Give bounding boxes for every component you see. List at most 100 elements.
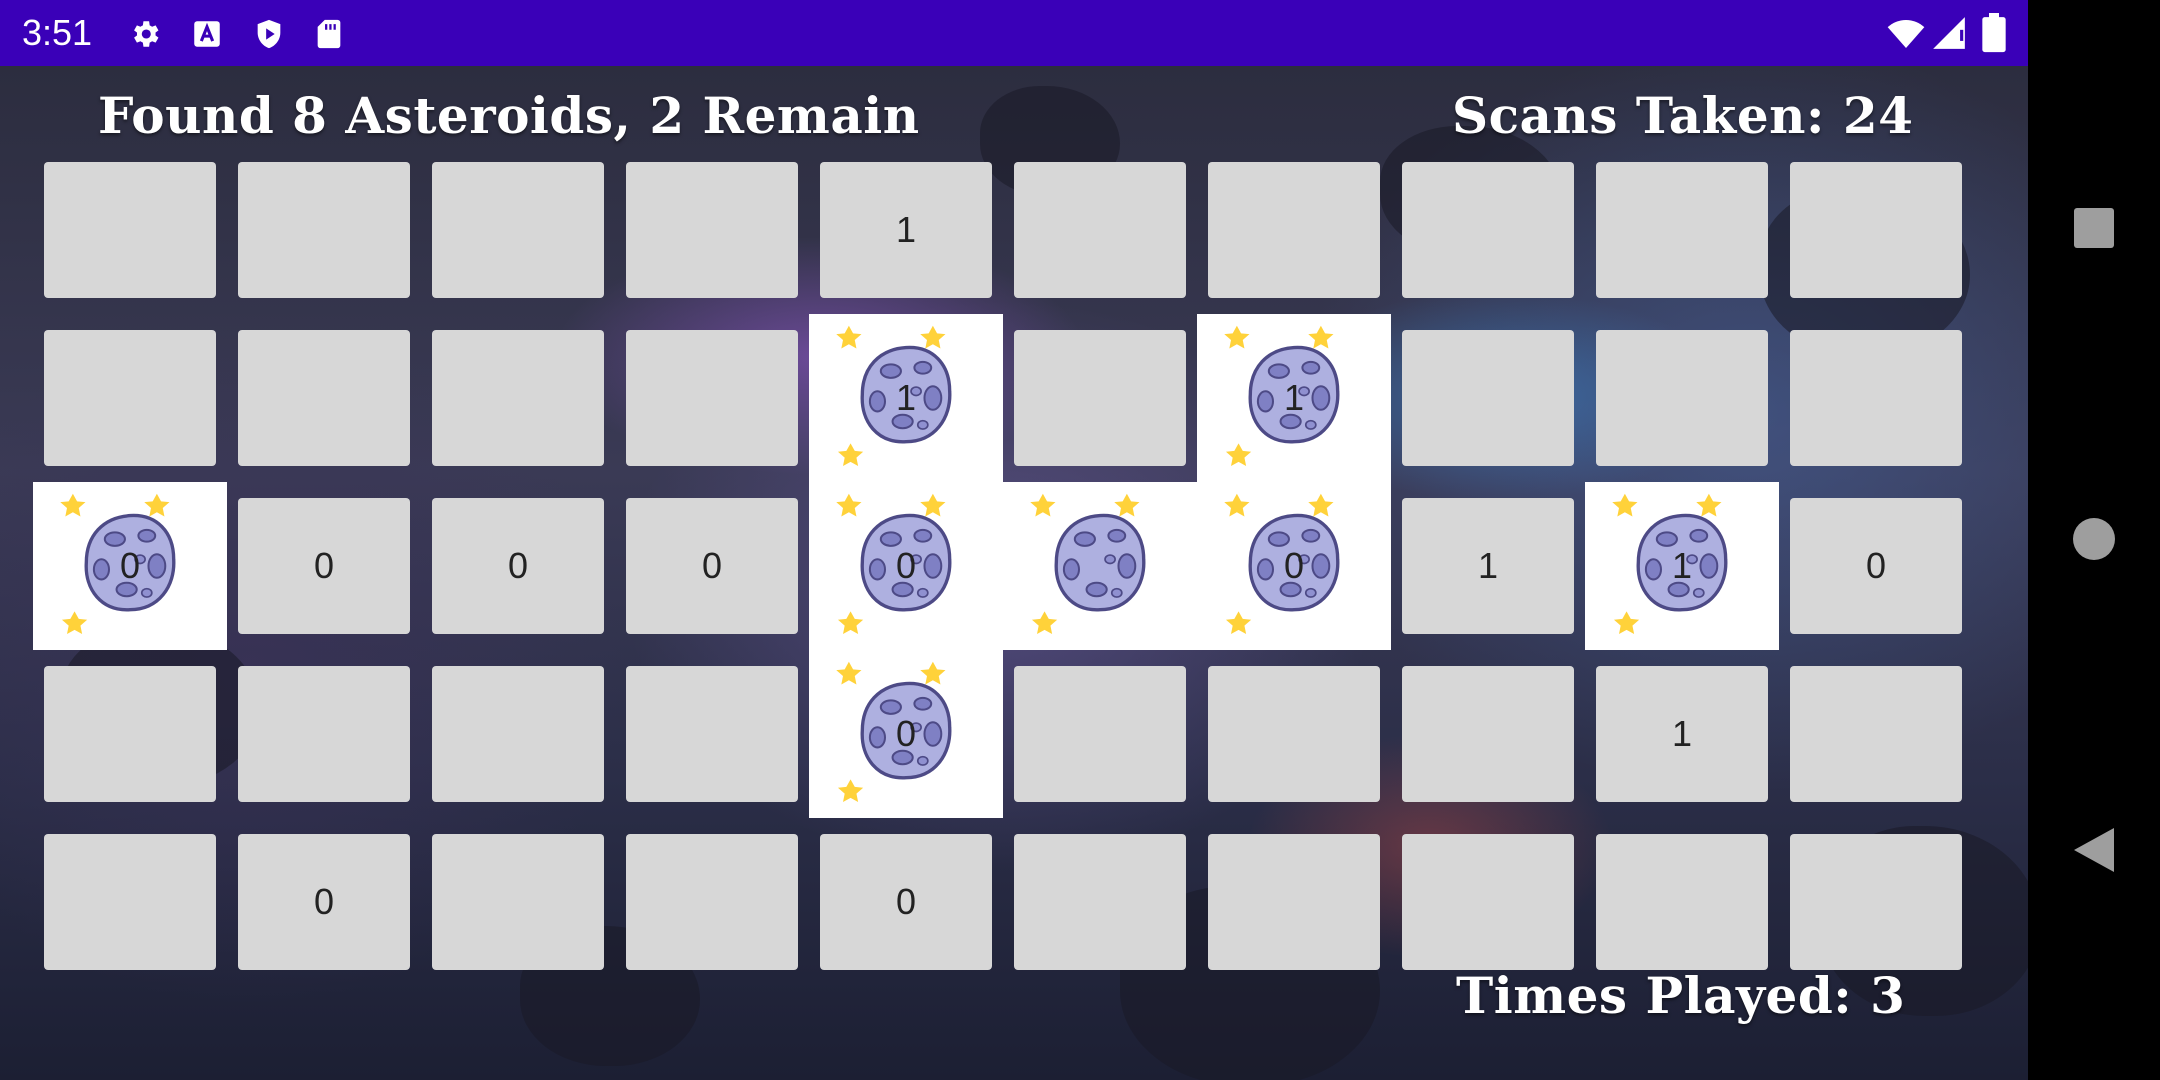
grid-cell[interactable]	[1402, 162, 1574, 298]
grid-cell[interactable]	[432, 834, 604, 970]
grid-cell[interactable]	[1790, 330, 1962, 466]
cell-value: 0	[895, 713, 917, 754]
asteroid-cell[interactable]: 0	[809, 650, 1003, 818]
asteroid-cell[interactable]: 1	[1197, 314, 1391, 482]
play-protect-icon	[257, 19, 281, 49]
cell-value	[1596, 834, 1768, 970]
grid-cell[interactable]: 0	[820, 834, 992, 970]
grid-cell[interactable]	[1402, 834, 1574, 970]
grid-cell[interactable]	[1208, 666, 1380, 802]
grid-cell[interactable]	[238, 162, 410, 298]
grid-cell[interactable]	[1790, 834, 1962, 970]
cell-value: 1	[895, 209, 917, 250]
grid-cell[interactable]	[1402, 330, 1574, 466]
grid-cell[interactable]: 0	[432, 498, 604, 634]
cell-value: 0	[1283, 545, 1305, 586]
cell-value	[432, 666, 604, 802]
cell-value	[1402, 834, 1574, 970]
grid-cell[interactable]	[1790, 162, 1962, 298]
grid-cell[interactable]	[626, 666, 798, 802]
grid-cell[interactable]	[432, 162, 604, 298]
cell-value: 0	[701, 545, 723, 586]
grid-cell[interactable]	[1596, 330, 1768, 466]
wifi-icon	[1887, 20, 1925, 48]
grid-cell[interactable]: 0	[238, 498, 410, 634]
grid-cell[interactable]	[626, 162, 798, 298]
cell-value	[44, 834, 216, 970]
cell-value	[626, 834, 798, 970]
cell-value: 0	[313, 545, 335, 586]
grid-cell[interactable]	[238, 666, 410, 802]
grid-cell[interactable]	[44, 162, 216, 298]
cell-value	[626, 330, 798, 466]
home-button[interactable]	[2073, 518, 2115, 560]
grid-cell[interactable]	[238, 330, 410, 466]
cell-value	[1208, 162, 1380, 298]
cell-value	[1790, 666, 1962, 802]
grid-cell[interactable]: 0	[238, 834, 410, 970]
cell-value	[626, 666, 798, 802]
grid-cell[interactable]	[626, 330, 798, 466]
navigation-bar	[2028, 0, 2160, 1080]
grid-cell[interactable]: 0	[1790, 498, 1962, 634]
grid-cell[interactable]	[626, 834, 798, 970]
cell-value	[626, 162, 798, 298]
grid-cell[interactable]	[1014, 162, 1186, 298]
cell-value	[44, 666, 216, 802]
cell-value	[1402, 666, 1574, 802]
cell-value	[1402, 330, 1574, 466]
cell-value: 0	[119, 545, 141, 586]
cell-value	[1208, 666, 1380, 802]
asteroid-cell[interactable]: 0	[33, 482, 227, 650]
cell-value: 0	[895, 881, 917, 922]
cell-signal-icon	[1933, 17, 1965, 49]
status-bar: 3:51	[0, 0, 2028, 66]
grid-cell[interactable]	[1208, 834, 1380, 970]
cell-value	[238, 666, 410, 802]
grid-cell[interactable]	[1596, 834, 1768, 970]
grid-cell[interactable]	[432, 330, 604, 466]
grid-cell[interactable]	[1208, 162, 1380, 298]
asteroid-cell[interactable]	[1003, 482, 1197, 650]
grid-cell[interactable]	[432, 666, 604, 802]
grid-cell[interactable]: 1	[820, 162, 992, 298]
gear-icon	[134, 21, 159, 47]
grid-cell[interactable]: 1	[1402, 498, 1574, 634]
asteroid-cell[interactable]: 0	[809, 482, 1003, 650]
cell-value	[432, 834, 604, 970]
cell-value	[1014, 330, 1186, 466]
cell-value: 1	[895, 377, 917, 418]
cell-value: 0	[313, 881, 335, 922]
grid-cell[interactable]	[44, 666, 216, 802]
cell-value	[44, 162, 216, 298]
cell-value: 0	[1865, 545, 1887, 586]
asteroid-cell[interactable]: 1	[1585, 482, 1779, 650]
grid-cell[interactable]	[1596, 162, 1768, 298]
cell-value	[44, 330, 216, 466]
recents-button[interactable]	[2074, 208, 2114, 248]
status-time: 3:51	[22, 12, 93, 53]
grid-cell[interactable]: 1	[1596, 666, 1768, 802]
asteroid-cell[interactable]: 1	[809, 314, 1003, 482]
grid-cell[interactable]	[1014, 834, 1186, 970]
cell-value	[1596, 330, 1768, 466]
grid-cell[interactable]: 0	[626, 498, 798, 634]
asteroid-cell[interactable]: 0	[1197, 482, 1391, 650]
cell-value	[1208, 834, 1380, 970]
grid-cell[interactable]	[1014, 666, 1186, 802]
grid-cell[interactable]	[1790, 666, 1962, 802]
a-letter-icon	[194, 21, 220, 47]
cell-value	[1596, 162, 1768, 298]
cell-value	[1014, 834, 1186, 970]
cell-value	[238, 330, 410, 466]
cell-value: 1	[1671, 545, 1693, 586]
grid-cell[interactable]	[1402, 666, 1574, 802]
cell-value: 1	[1671, 713, 1693, 754]
grid-cell[interactable]	[1014, 330, 1186, 466]
cell-value	[1790, 330, 1962, 466]
game-board: 1 1 1 0 0 0 0 0 0 1 1 0 0 1 0 0	[0, 66, 2028, 1080]
grid-cell[interactable]	[44, 330, 216, 466]
cell-value: 0	[895, 545, 917, 586]
back-button[interactable]	[2072, 826, 2116, 874]
grid-cell[interactable]	[44, 834, 216, 970]
